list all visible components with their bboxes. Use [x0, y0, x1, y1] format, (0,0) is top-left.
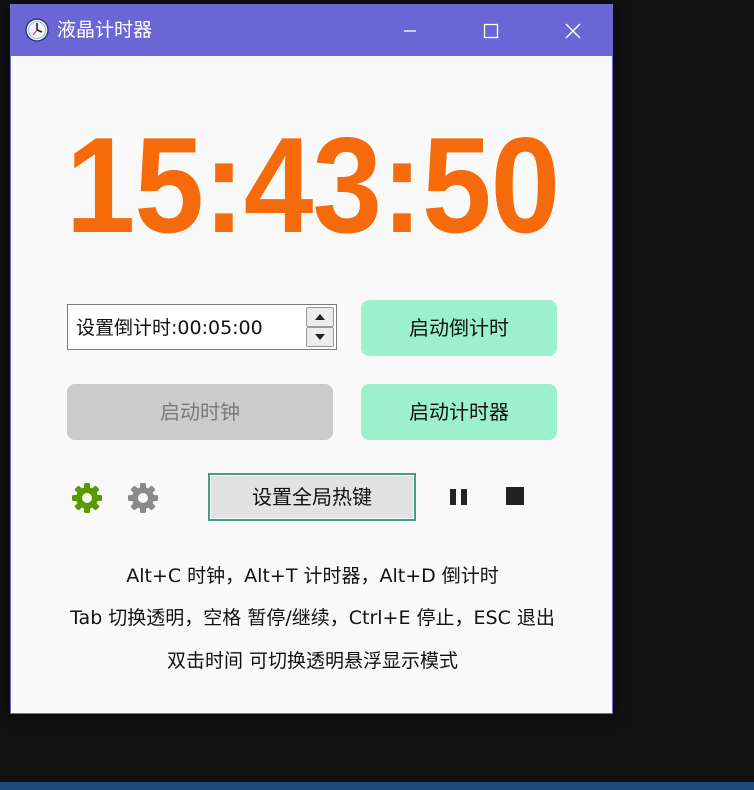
title-bar[interactable]: 液晶计时器: [11, 5, 612, 56]
help-text-line: Alt+C 时钟，Alt+T 计时器，Alt+D 倒计时: [126, 565, 499, 587]
set-hotkey-button[interactable]: 设置全局热键: [208, 473, 416, 521]
spin-down-button[interactable]: [306, 327, 334, 347]
start-clock-button[interactable]: 启动时钟: [67, 384, 333, 440]
maximize-button[interactable]: [463, 5, 519, 56]
spin-up-button[interactable]: [306, 307, 334, 327]
gear-icon[interactable]: [71, 482, 103, 514]
pause-icon[interactable]: [449, 487, 469, 507]
start-countdown-button[interactable]: 启动倒计时: [361, 300, 557, 356]
gear-icon[interactable]: [127, 482, 159, 514]
countdown-value[interactable]: 设置倒计时:00:05:00: [76, 316, 263, 340]
stop-icon[interactable]: [505, 486, 525, 506]
clock-icon: [25, 18, 49, 42]
help-text-line: Tab 切换透明，空格 暂停/继续，Ctrl+E 停止，ESC 退出: [70, 607, 555, 629]
clock-display[interactable]: 15:43:50: [35, 110, 590, 260]
start-timer-button[interactable]: 启动计时器: [361, 384, 557, 440]
app-window: 液晶计时器 15:43:50 设置倒计时:00:05:00 启动倒计时 启动时钟…: [10, 4, 613, 714]
minimize-button[interactable]: [382, 5, 438, 56]
close-button[interactable]: [545, 5, 601, 56]
taskbar-strip: [0, 782, 754, 790]
help-text-line: 双击时间 可切换透明悬浮显示模式: [166, 650, 459, 672]
countdown-spinbox[interactable]: 设置倒计时:00:05:00: [67, 304, 337, 350]
window-title: 液晶计时器: [57, 19, 153, 41]
